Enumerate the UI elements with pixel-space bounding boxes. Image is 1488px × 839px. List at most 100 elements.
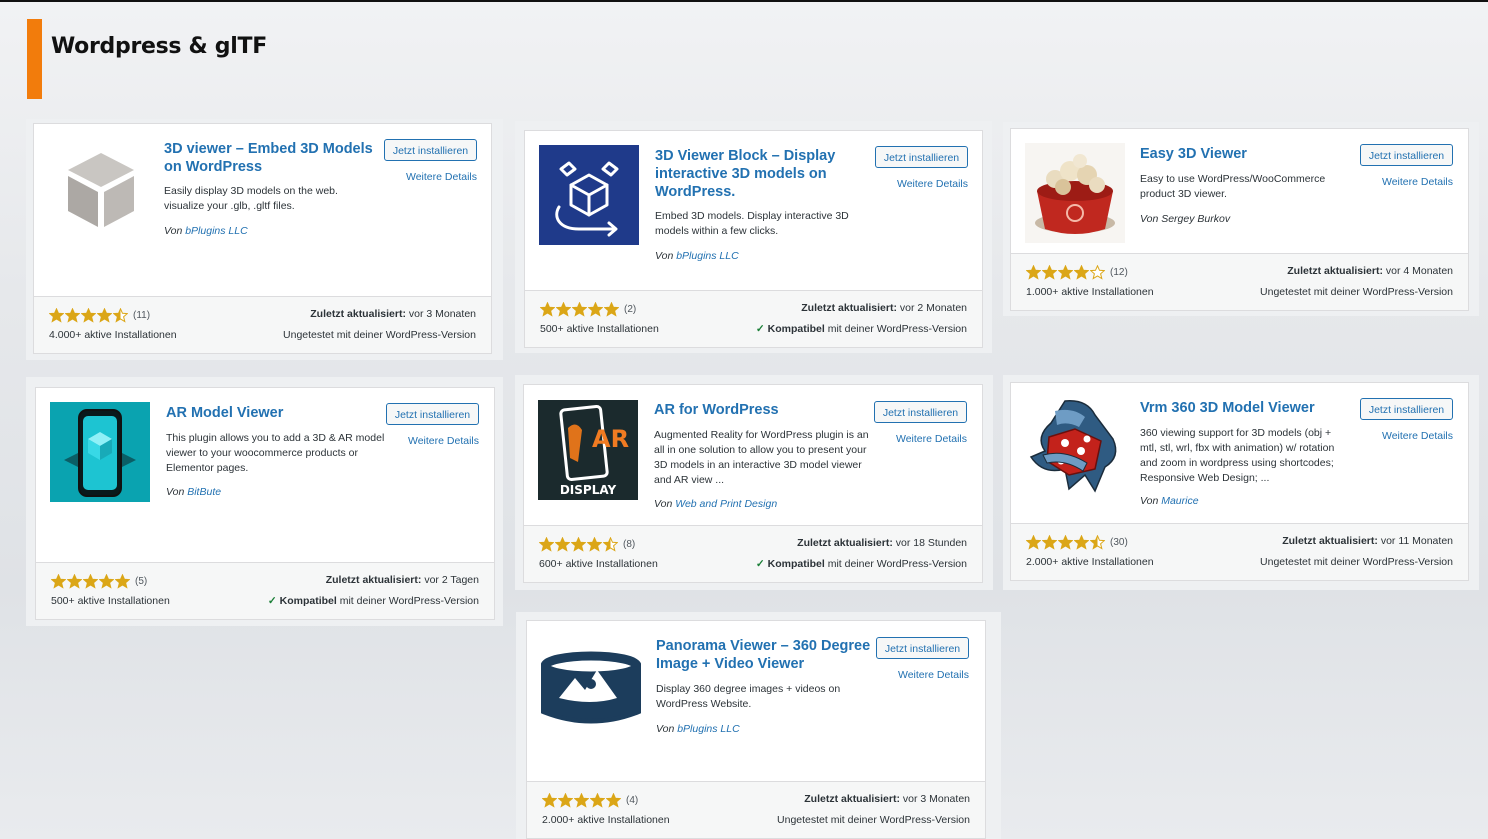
star-icon: [1074, 264, 1089, 280]
details-link[interactable]: Weitere Details: [875, 178, 968, 190]
compatibility: ✓ Kompatibel mit deiner WordPress-Version: [755, 323, 967, 335]
compatibility: ✓ Kompatibel mit deiner WordPress-Version: [267, 595, 479, 607]
check-icon: ✓: [755, 558, 765, 570]
rating-count: (2): [624, 303, 637, 315]
card-footer: (11) 4.000+ aktive Installationen Zuletz…: [34, 296, 491, 353]
star-icon: [1090, 534, 1105, 550]
star-icon: [539, 536, 554, 552]
star-icon: [572, 301, 587, 317]
last-updated: Zuletzt aktualisiert: vor 2 Tagen: [325, 574, 479, 586]
plugin-author: Von bPlugins LLC: [164, 225, 248, 237]
star-icon: [556, 301, 571, 317]
star-icon: [81, 307, 96, 323]
active-installs: 600+ aktive Installationen: [539, 558, 658, 570]
star-icon: [558, 792, 573, 808]
author-link[interactable]: bPlugins LLC: [677, 723, 739, 735]
plugin-author: Von Maurice: [1140, 495, 1199, 507]
author-link[interactable]: BitBute: [187, 486, 221, 498]
install-button[interactable]: Jetzt installieren: [874, 401, 967, 423]
last-updated: Zuletzt aktualisiert: vor 18 Stunden: [797, 537, 967, 549]
star-icon: [1026, 534, 1041, 550]
star-icon: [603, 536, 618, 552]
ar-display-icon: AR DISPLAY: [538, 400, 638, 500]
author-link[interactable]: bPlugins LLC: [185, 225, 247, 237]
install-button[interactable]: Jetzt installieren: [876, 637, 969, 659]
star-icon: [1042, 534, 1057, 550]
ribbon-dice-image: [1025, 397, 1125, 497]
details-link[interactable]: Weitere Details: [1360, 176, 1453, 188]
active-installs: 2.000+ aktive Installationen: [1026, 556, 1154, 568]
install-button[interactable]: Jetzt installieren: [1360, 144, 1453, 166]
cube-icon: [51, 141, 151, 241]
compatibility: Ungetestet mit deiner WordPress-Version: [1260, 556, 1453, 568]
plugin-description: Easily display 3D models on the web. vis…: [164, 185, 338, 212]
install-button[interactable]: Jetzt installieren: [1360, 398, 1453, 420]
plugin-name[interactable]: AR for WordPress: [654, 401, 864, 419]
compatibility: Ungetestet mit deiner WordPress-Version: [283, 329, 476, 341]
check-icon: ✓: [267, 595, 277, 607]
plugin-description: Display 360 degree images + videos on Wo…: [656, 683, 841, 710]
author-link[interactable]: bPlugins LLC: [676, 250, 738, 262]
plugin-name[interactable]: Easy 3D Viewer: [1140, 145, 1350, 163]
plugin-author: Von bPlugins LLC: [656, 723, 740, 735]
plugin-description: 360 viewing support for 3D models (obj +…: [1140, 427, 1335, 484]
star-icon: [588, 301, 603, 317]
install-button[interactable]: Jetzt installieren: [875, 146, 968, 168]
star-icon: [49, 307, 64, 323]
rating-count: (8): [623, 538, 636, 550]
plugin-name[interactable]: 3D Viewer Block – Display interactive 3D…: [655, 147, 865, 201]
details-link[interactable]: Weitere Details: [386, 435, 479, 447]
star-icon: [587, 536, 602, 552]
plugin-author: Von BitBute: [166, 486, 222, 498]
card-footer: (4) 2.000+ aktive Installationen Zuletzt…: [527, 781, 985, 838]
plugin-card-ar-for-wordpress: AR DISPLAY AR for WordPress Augmented Re…: [523, 384, 983, 583]
top-border: [0, 0, 1488, 2]
active-installs: 4.000+ aktive Installationen: [49, 329, 177, 341]
details-link[interactable]: Weitere Details: [384, 171, 477, 183]
plugin-name[interactable]: Panorama Viewer – 360 Degree Image + Vid…: [656, 637, 871, 673]
compatibility: Ungetestet mit deiner WordPress-Version: [777, 814, 970, 826]
plugin-card-easy-3d-viewer: Easy 3D Viewer Easy to use WordPress/Woo…: [1010, 128, 1469, 311]
star-icon: [97, 307, 112, 323]
plugin-name[interactable]: Vrm 360 3D Model Viewer: [1140, 399, 1350, 417]
last-updated: Zuletzt aktualisiert: vor 2 Monaten: [801, 302, 967, 314]
display-logo-text: DISPLAY: [560, 483, 617, 497]
star-icon: [99, 573, 114, 589]
last-updated: Zuletzt aktualisiert: vor 3 Monaten: [310, 308, 476, 320]
compatibility: Ungetestet mit deiner WordPress-Version: [1260, 286, 1453, 298]
author-link[interactable]: Web and Print Design: [675, 498, 777, 510]
star-icon: [115, 573, 130, 589]
details-link[interactable]: Weitere Details: [874, 433, 967, 445]
star-icon: [1026, 264, 1041, 280]
details-link[interactable]: Weitere Details: [876, 669, 969, 681]
star-icon: [1058, 264, 1073, 280]
star-icon: [1074, 534, 1089, 550]
star-icon: [65, 307, 80, 323]
details-link[interactable]: Weitere Details: [1360, 430, 1453, 442]
rating-stars: (30): [1026, 534, 1128, 550]
check-icon: ✓: [755, 323, 765, 335]
last-updated: Zuletzt aktualisiert: vor 11 Monaten: [1282, 535, 1453, 547]
rating-count: (5): [135, 575, 148, 587]
install-button[interactable]: Jetzt installieren: [386, 403, 479, 425]
active-installs: 500+ aktive Installationen: [51, 595, 170, 607]
star-icon: [574, 792, 589, 808]
popcorn-bucket-image: [1025, 143, 1125, 243]
plugin-name[interactable]: 3D viewer – Embed 3D Models on WordPress: [164, 140, 374, 176]
card-footer: (5) 500+ aktive Installationen Zuletzt a…: [36, 562, 494, 619]
star-icon: [1042, 264, 1057, 280]
install-button[interactable]: Jetzt installieren: [384, 139, 477, 161]
ar-phone-icon: [50, 402, 150, 502]
accent-bar: [27, 19, 42, 99]
slide-title: Wordpress & glTF: [51, 34, 267, 59]
panorama-icon: [540, 636, 642, 736]
ar-logo-text: AR: [592, 425, 629, 453]
card-footer: (2) 500+ aktive Installationen Zuletzt a…: [525, 290, 982, 347]
rating-count: (30): [1110, 536, 1128, 548]
last-updated: Zuletzt aktualisiert: vor 3 Monaten: [804, 793, 970, 805]
plugin-description: Embed 3D models. Display interactive 3D …: [655, 210, 849, 237]
author-link[interactable]: Maurice: [1161, 495, 1198, 507]
plugin-card-3d-viewer-block: 3D Viewer Block – Display interactive 3D…: [524, 130, 983, 348]
star-icon: [540, 301, 555, 317]
plugin-name[interactable]: AR Model Viewer: [166, 404, 376, 422]
